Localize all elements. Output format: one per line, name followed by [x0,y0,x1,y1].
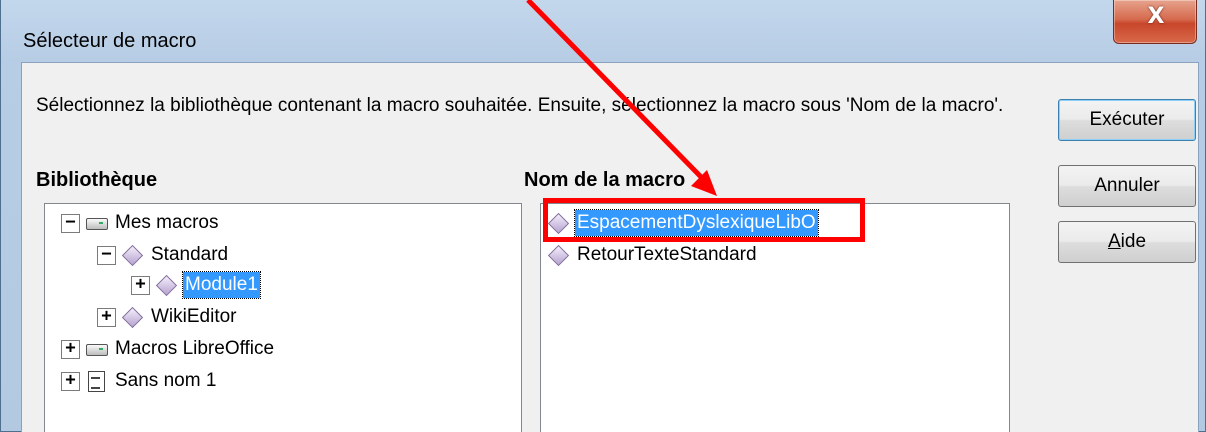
expand-icon[interactable]: + [61,371,80,391]
tree-item-module1[interactable]: + Module1 [131,270,261,300]
run-button[interactable]: Exécuter [1058,99,1196,141]
library-icon [121,307,143,327]
drive-icon [85,213,108,233]
library-header: Bibliothèque [36,169,158,191]
expand-icon[interactable]: + [61,339,80,359]
collapse-icon[interactable]: − [61,213,80,233]
drive-icon [85,339,108,359]
run-button-label: Exécuter [1089,109,1165,130]
tree-item-standard[interactable]: − Standard [97,240,230,270]
instruction-text: Sélectionnez la bibliothèque contenant l… [36,95,1004,116]
macro-item-retour[interactable]: RetourTexteStandard [547,240,759,270]
cancel-button[interactable]: Annuler [1058,165,1196,207]
library-icon [121,245,143,265]
tree-item-label: Standard [151,244,229,265]
cancel-button-label: Annuler [1094,175,1160,196]
tree-item-label: WikiEditor [151,306,237,327]
tree-item-label: Sans nom 1 [115,370,217,391]
tree-item-label: Module1 [182,271,261,299]
dialog-title: Sélecteur de macro [23,30,197,52]
dialog-body: Sélectionnez la bibliothèque contenant l… [21,62,1199,432]
close-icon: X [1147,4,1165,29]
macro-selector-dialog: Sélecteur de macro X Sélectionnez la bib… [0,0,1206,432]
tree-item-label: Mes macros [115,212,219,233]
expand-icon[interactable]: + [131,275,150,295]
tree-item-macros-libreoffice[interactable]: + Macros LibreOffice [61,334,276,364]
macro-item-label: RetourTexteStandard [577,244,757,265]
library-tree[interactable]: − Mes macros − Standard + Module1 + Wiki… [44,203,522,432]
expand-icon[interactable]: + [97,307,116,327]
help-button-label: ide [1120,231,1147,252]
document-icon [85,371,107,392]
tree-item-sans-nom-1[interactable]: + Sans nom 1 [61,366,218,396]
title-bar[interactable]: Sélecteur de macro X [1,0,1206,62]
tree-item-wikieditor[interactable]: + WikiEditor [97,302,239,332]
tree-item-mes-macros[interactable]: − Mes macros [61,208,220,238]
close-button[interactable]: X [1113,0,1197,44]
macro-icon [547,245,569,265]
help-button[interactable]: Aide [1058,221,1196,263]
tree-item-label: Macros LibreOffice [115,338,275,359]
macro-name-header: Nom de la macro [524,169,686,191]
collapse-icon[interactable]: − [97,245,116,265]
annotation-highlight-box [543,198,865,242]
module-icon [155,275,177,295]
help-button-accesskey: A [1107,231,1121,252]
